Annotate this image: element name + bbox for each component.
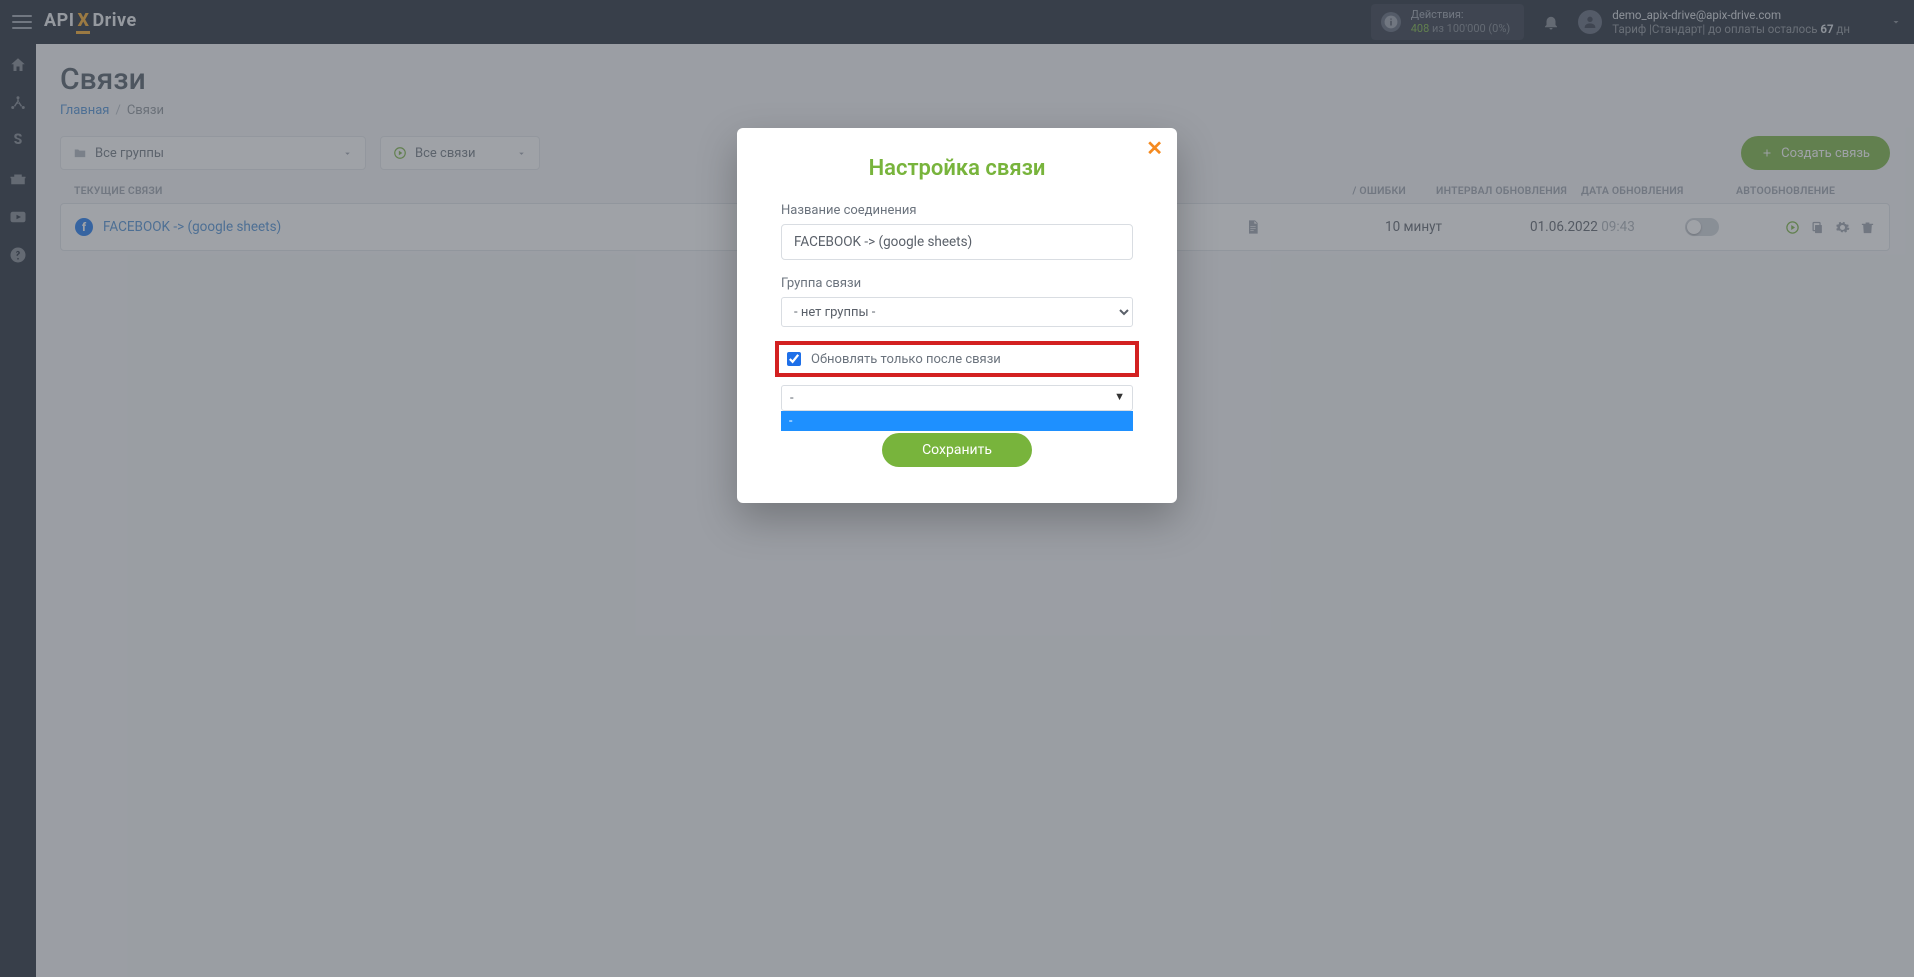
dependent-connection-option-highlighted[interactable]: - <box>781 411 1133 431</box>
close-icon[interactable]: ✕ <box>1146 138 1163 158</box>
connection-name-input[interactable] <box>781 224 1133 260</box>
group-select[interactable]: - нет группы - <box>781 297 1133 327</box>
group-label: Группа связи <box>781 276 1133 291</box>
modal-title: Настройка связи <box>781 156 1133 181</box>
update-after-checkbox-row[interactable]: Обновлять только после связи <box>775 341 1139 377</box>
dependent-connection-select[interactable]: - <box>781 385 1133 411</box>
modal-overlay: ✕ Настройка связи Название соединения Гр… <box>0 0 1914 977</box>
dependent-connection-select-wrap: - ▼ - <box>781 385 1133 411</box>
save-button[interactable]: Сохранить <box>882 433 1032 467</box>
connection-settings-modal: ✕ Настройка связи Название соединения Гр… <box>737 128 1177 503</box>
update-after-label: Обновлять только после связи <box>811 352 1001 367</box>
connection-name-label: Название соединения <box>781 203 1133 218</box>
update-after-checkbox[interactable] <box>787 352 801 366</box>
